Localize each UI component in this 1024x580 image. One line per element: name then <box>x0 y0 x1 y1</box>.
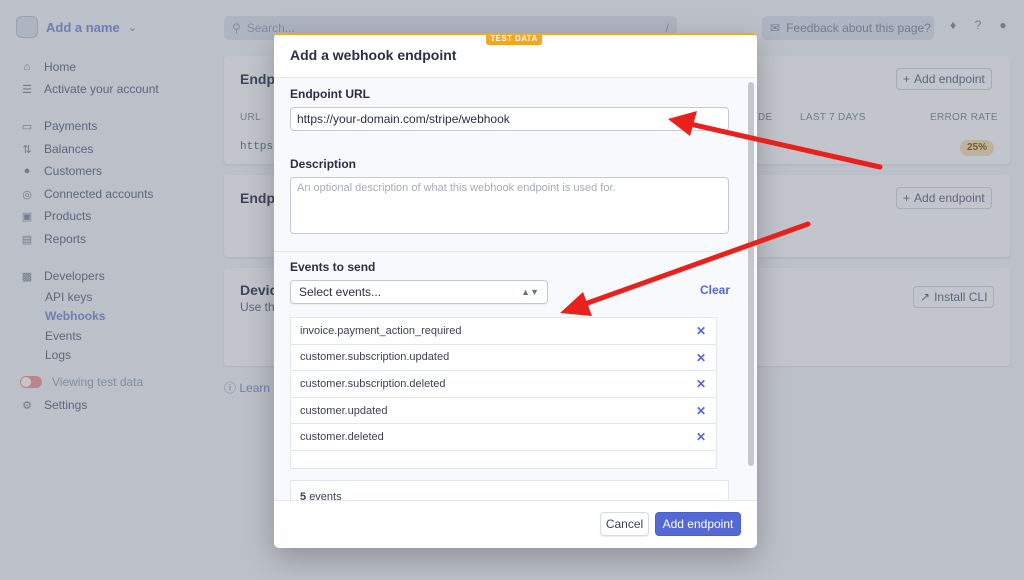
event-row: customer.subscription.updated ✕ <box>291 345 716 372</box>
remove-icon[interactable]: ✕ <box>696 377 706 391</box>
events-to-send-label: Events to send <box>290 260 376 274</box>
remove-icon[interactable]: ✕ <box>696 351 706 365</box>
chevron-updown-icon: ▲▼ <box>521 287 539 297</box>
event-row: customer.subscription.deleted ✕ <box>291 371 716 398</box>
select-events-dropdown[interactable]: Select events... ▲▼ <box>290 280 548 304</box>
event-row: invoice.payment_action_required ✕ <box>291 318 716 345</box>
event-row: customer.updated ✕ <box>291 398 716 425</box>
endpoint-url-input[interactable]: https://your-domain.com/stripe/webhook <box>290 107 729 131</box>
selected-events-list: invoice.payment_action_required ✕ custom… <box>290 317 717 469</box>
add-webhook-modal: TEST DATA Add a webhook endpoint Endpoin… <box>274 33 757 548</box>
description-label: Description <box>290 157 357 171</box>
event-name: customer.updated <box>300 404 388 417</box>
section-divider <box>274 251 746 252</box>
event-name: customer.subscription.updated <box>300 351 450 364</box>
events-count-label: events <box>309 491 342 501</box>
clear-events-link[interactable]: Clear <box>700 283 730 297</box>
event-name: invoice.payment_action_required <box>300 324 462 337</box>
select-events-value: Select events... <box>299 285 382 299</box>
remove-icon[interactable]: ✕ <box>696 404 706 418</box>
events-count-bar: 5 events <box>290 480 729 501</box>
modal-title: Add a webhook endpoint <box>290 47 457 63</box>
modal-scrollbar[interactable] <box>748 82 754 466</box>
events-count: 5 <box>300 491 307 501</box>
test-data-badge: TEST DATA <box>486 33 542 45</box>
remove-icon[interactable]: ✕ <box>696 430 706 444</box>
cancel-button[interactable]: Cancel <box>600 512 649 536</box>
event-row: customer.deleted ✕ <box>291 424 716 451</box>
remove-icon[interactable]: ✕ <box>696 324 706 338</box>
description-textarea[interactable]: An optional description of what this web… <box>290 177 729 234</box>
endpoint-url-label: Endpoint URL <box>290 87 370 101</box>
event-name: customer.subscription.deleted <box>300 377 446 390</box>
modal-body[interactable]: Endpoint URL https://your-domain.com/str… <box>274 77 757 501</box>
event-name: customer.deleted <box>300 431 384 444</box>
add-endpoint-button[interactable]: Add endpoint <box>655 512 741 536</box>
